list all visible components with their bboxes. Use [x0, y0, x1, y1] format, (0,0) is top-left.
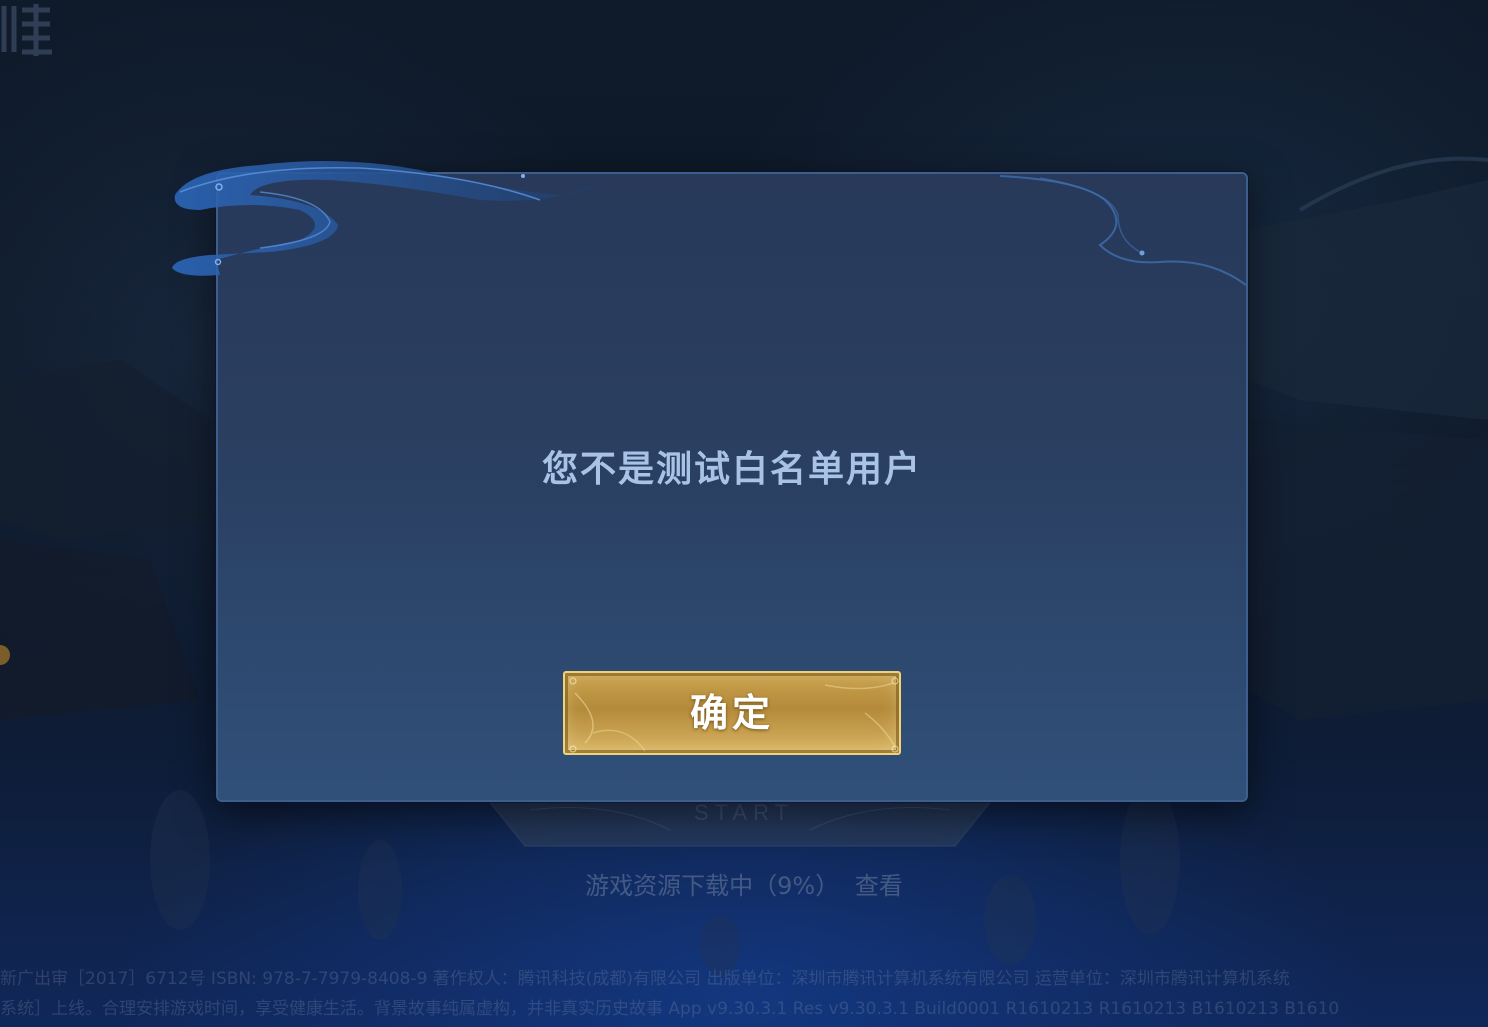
confirm-button-label: 确定 [689, 691, 774, 735]
download-status: 游戏资源下载中（9%） 查看 [0, 866, 1488, 901]
start-button-sub-label: START [693, 800, 795, 825]
game-screen: START 游戏资源下载中（9%） 查看 新广出审［2017］6712号 ISB… [0, 0, 1488, 1027]
confirm-button[interactable]: 确定 [563, 671, 901, 755]
dialog-message: 您不是测试白名单用户 [541, 449, 922, 490]
game-logo-icon [1, 4, 52, 56]
view-download-link[interactable]: 查看 [855, 872, 903, 900]
legal-notice-line-1: 新广出审［2017］6712号 ISBN: 978-7-7979-8408-9 … [0, 969, 1290, 989]
download-status-text: 游戏资源下载中（9%） [585, 872, 840, 900]
legal-notice-line-2: 系统］上线。合理安排游戏时间，享受健康生活。背景故事纯属虚构，并非真实历史故事 … [0, 999, 1340, 1019]
